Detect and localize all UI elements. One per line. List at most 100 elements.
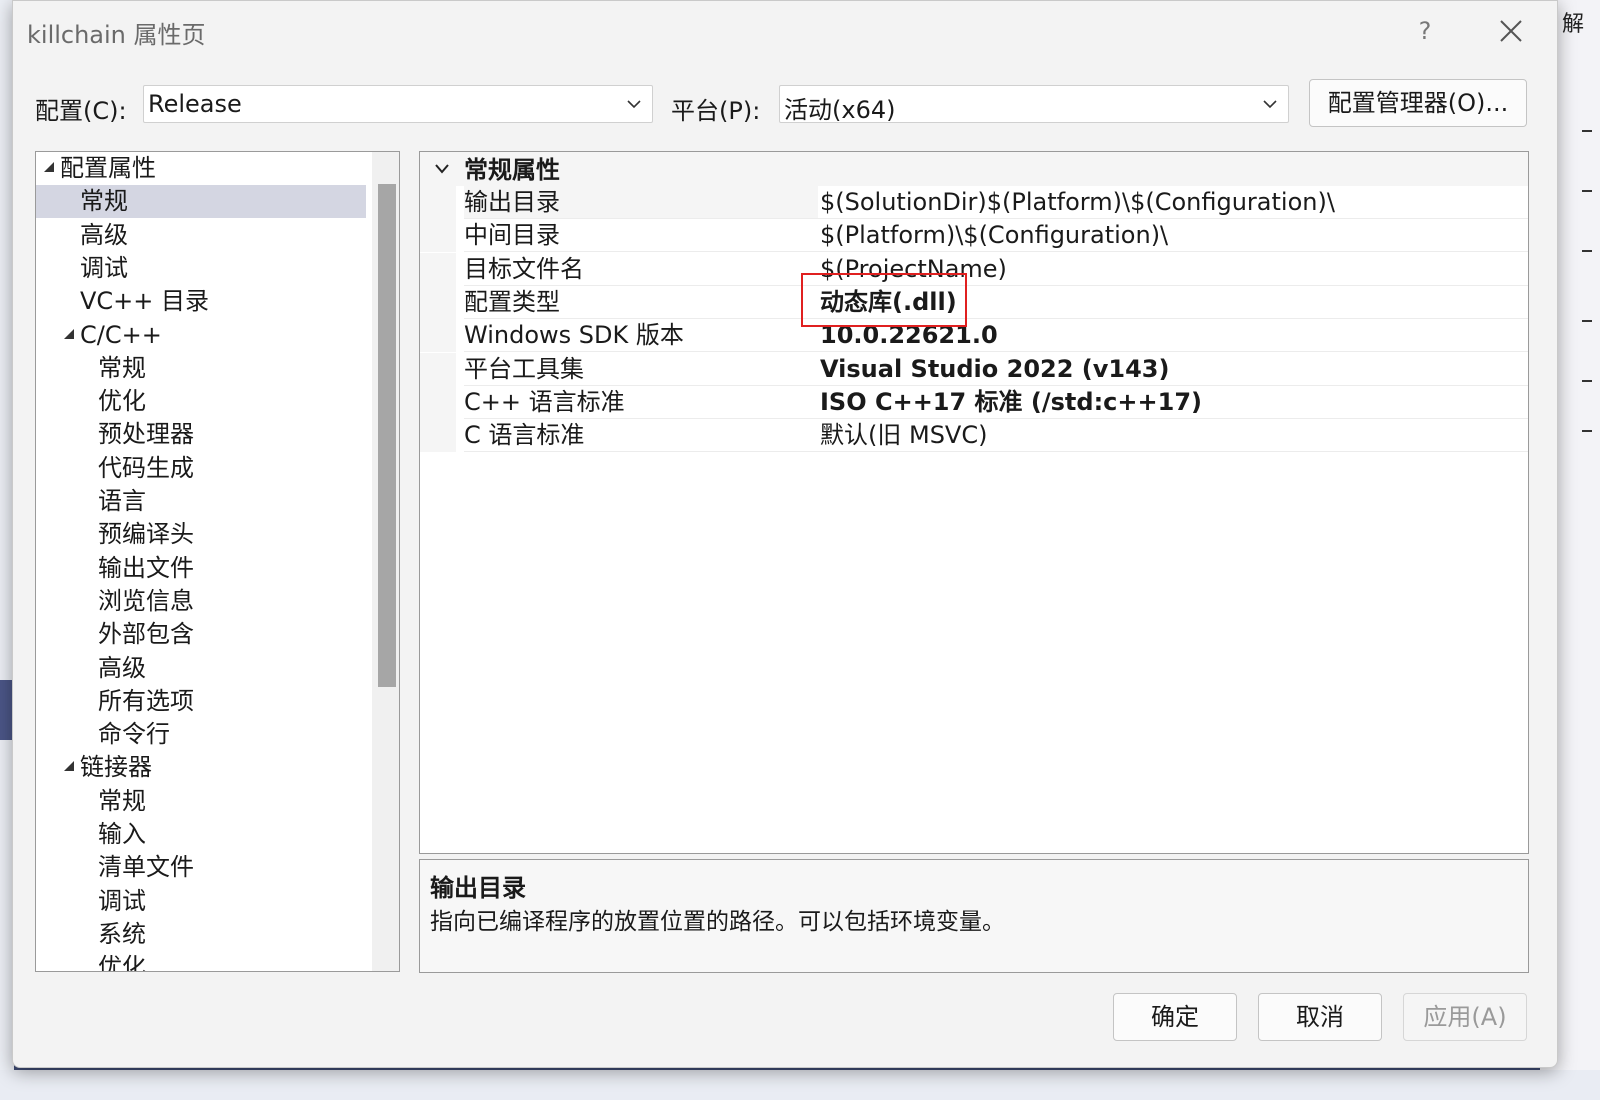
tree-scrollbar[interactable] [372, 152, 399, 971]
platform-value: 活动(x64) [784, 96, 896, 124]
background-tick [1582, 380, 1592, 382]
description-text: 指向已编译程序的放置位置的路径。可以包括环境变量。 [430, 909, 1005, 935]
tree-item[interactable]: 代码生成 [36, 452, 366, 485]
property-name: C 语言标准 [464, 419, 818, 453]
tree-item-label: 优化 [98, 953, 146, 972]
tree-item[interactable]: 预编译头 [36, 518, 366, 551]
tree-item[interactable]: 输出文件 [36, 552, 366, 585]
row-gutter [420, 385, 456, 419]
tree-item[interactable]: 高级 [36, 652, 366, 685]
property-name: C++ 语言标准 [464, 386, 818, 419]
chevron-down-icon [1263, 100, 1277, 109]
property-name: 目标文件名 [464, 253, 818, 286]
expanded-triangle-icon[interactable] [64, 328, 74, 339]
property-tree: 配置属性 常规 高级 调试 VC++ 目录 C/C++ 常规 优化 预处理器 代码生成 语言 预编译头… [35, 151, 400, 972]
tree-item[interactable]: C/C++ [36, 319, 366, 352]
close-button[interactable] [1487, 13, 1535, 49]
apply-button[interactable]: 应用(A) [1403, 993, 1527, 1041]
property-value[interactable]: $(SolutionDir)$(Platform)\$(Configuratio… [818, 186, 1528, 219]
ok-button[interactable]: 确定 [1113, 993, 1237, 1041]
description-panel: 输出目录 指向已编译程序的放置位置的路径。可以包括环境变量。 [419, 859, 1529, 973]
tree-item[interactable]: 命令行 [36, 718, 366, 751]
expanded-triangle-icon[interactable] [44, 162, 54, 172]
tree-item[interactable]: VC++ 目录 [36, 285, 366, 318]
tree-item-label: 系统 [98, 919, 146, 948]
tree-item[interactable]: 常规 [36, 352, 366, 385]
category-header[interactable]: 常规属性 [420, 152, 1528, 186]
background-tick [1582, 430, 1592, 432]
row-gutter [420, 252, 456, 286]
tree-item[interactable]: 链接器 [36, 751, 366, 784]
property-value[interactable]: $(Platform)\$(Configuration)\ [818, 219, 1528, 253]
chevron-down-icon [435, 164, 449, 174]
property-value[interactable]: Visual Studio 2022 (v143) [818, 353, 1528, 386]
tree-item[interactable]: 配置属性 [36, 152, 366, 185]
tree-item-label: 调试 [80, 253, 128, 282]
background-tick [1582, 130, 1592, 132]
tree-item[interactable]: 外部包含 [36, 618, 366, 651]
background-tick [1582, 250, 1592, 252]
tree-item-label: 常规 [80, 187, 128, 216]
platform-dropdown[interactable]: 活动(x64) [779, 85, 1289, 124]
tree-item-label: 输入 [98, 820, 146, 848]
tree-item-label: 输出文件 [98, 553, 194, 582]
tree-item[interactable]: 常规 [36, 785, 366, 818]
property-row[interactable]: 目标文件名 $(ProjectName) [420, 252, 1528, 286]
title-bar[interactable]: killchain 属性页 ? [13, 1, 1557, 59]
tree-item-label: 优化 [98, 387, 146, 416]
tree-item[interactable]: 输入 [36, 818, 366, 851]
tree-item-label: 预处理器 [98, 420, 194, 449]
property-row[interactable]: 输出目录 $(SolutionDir)$(Platform)\$(Configur… [420, 186, 1528, 219]
tree-item[interactable]: 预处理器 [36, 418, 366, 451]
config-dropdown[interactable]: Release [143, 85, 653, 123]
configuration-manager-button[interactable]: 配置管理器(O)... [1309, 79, 1527, 127]
tree-item-label: 命令行 [98, 720, 170, 749]
background-ide-bottom [0, 1070, 1600, 1100]
property-name: Windows SDK 版本 [464, 319, 818, 353]
property-name: 中间目录 [464, 219, 818, 253]
tree-item-label: 常规 [98, 786, 146, 815]
tree-item[interactable]: 系统 [36, 918, 366, 951]
tree-item-label: 清单文件 [98, 853, 194, 882]
tree-item[interactable]: 所有选项 [36, 685, 366, 718]
property-value[interactable]: ISO C++17 标准 (/std:c++17) [818, 386, 1528, 419]
property-row[interactable]: 中间目录 $(Platform)\$(Configuration)\ [420, 219, 1528, 253]
tree-item-label: C/C++ [80, 320, 162, 349]
window-title: killchain 属性页 [27, 21, 206, 49]
tree-item-label: 高级 [80, 220, 128, 249]
property-row[interactable]: Windows SDK 版本 10.0.22621.0 [420, 319, 1528, 353]
platform-label: 平台(P): [671, 97, 761, 125]
property-row[interactable]: 配置类型 动态库(.dll) [420, 285, 1528, 319]
tree-item[interactable]: 清单文件 [36, 851, 366, 884]
tree-item[interactable]: 常规 [36, 185, 366, 219]
property-value[interactable]: 默认(旧 MSVC) [818, 419, 1528, 453]
tree-item-label: VC++ 目录 [80, 287, 210, 316]
tree-item[interactable]: 调试 [36, 885, 366, 918]
expanded-triangle-icon[interactable] [64, 761, 74, 772]
tree-item[interactable]: 浏览信息 [36, 585, 366, 618]
highlight-annotation [801, 273, 967, 327]
scrollbar-thumb[interactable] [378, 184, 396, 687]
row-gutter [420, 186, 456, 219]
background-tick [1582, 320, 1592, 322]
row-gutter [420, 319, 456, 353]
tree-item-label: 配置属性 [60, 154, 156, 182]
tree-item-label: 代码生成 [98, 453, 194, 482]
property-row[interactable]: C++ 语言标准 ISO C++17 标准 (/std:c++17) [420, 385, 1528, 419]
property-grid: 常规属性 输出目录 $(SolutionDir)$(Platform)\$(Con… [419, 151, 1529, 854]
background-tick [1582, 190, 1592, 192]
tree-item[interactable]: 调试 [36, 252, 366, 285]
property-row[interactable]: C 语言标准 默认(旧 MSVC) [420, 419, 1528, 453]
background-text: 解 [1562, 12, 1585, 37]
property-row[interactable]: 平台工具集 Visual Studio 2022 (v143) [420, 352, 1528, 386]
tree-item-label: 预编译头 [98, 520, 194, 549]
config-label: 配置(C): [35, 97, 127, 125]
cancel-button[interactable]: 取消 [1258, 993, 1382, 1041]
tree-item[interactable]: 高级 [36, 219, 366, 252]
tree-item[interactable]: 语言 [36, 485, 366, 518]
tree-item[interactable]: 优化 [36, 951, 366, 972]
tree-item[interactable]: 优化 [36, 385, 366, 418]
tree-item-label: 常规 [98, 353, 146, 382]
help-button[interactable]: ? [1405, 13, 1445, 49]
row-gutter [420, 419, 456, 453]
